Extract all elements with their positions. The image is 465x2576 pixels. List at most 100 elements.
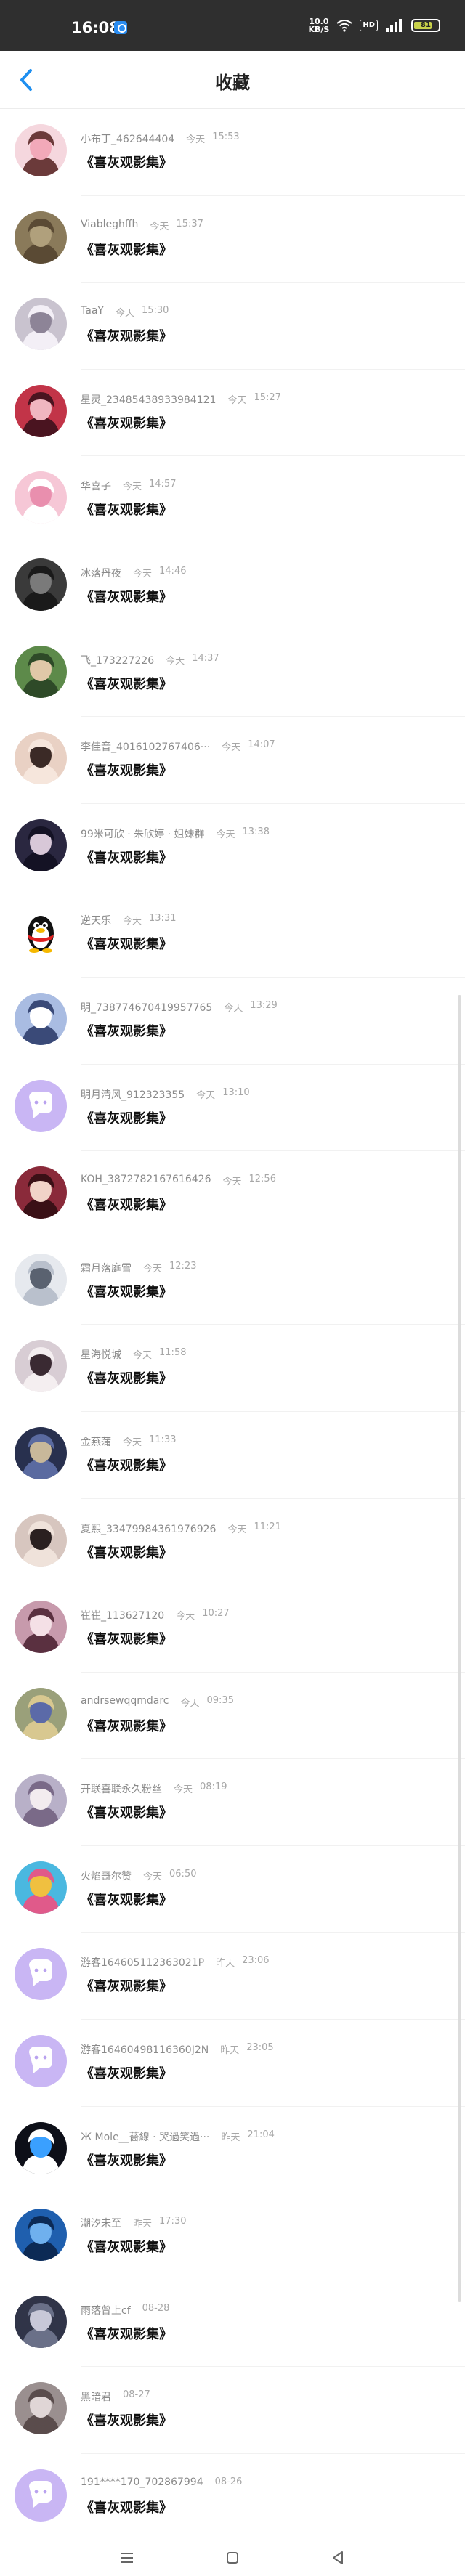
avatar[interactable] (15, 558, 67, 611)
list-item[interactable]: 明月清风_912323355 今天 13:10 《喜灰观影集》 (0, 1065, 465, 1152)
album-title[interactable]: 《喜灰观影集》 (81, 1543, 172, 1561)
album-title[interactable]: 《喜灰观影集》 (81, 587, 172, 606)
avatar[interactable] (15, 2295, 67, 2348)
avatar[interactable] (15, 471, 67, 524)
list-item[interactable]: 游客16460498116360J2N 昨天 23:05 《喜灰观影集》 (0, 2020, 465, 2107)
album-title[interactable]: 《喜灰观影集》 (81, 2324, 172, 2343)
avatar[interactable] (15, 2469, 67, 2522)
list-item[interactable]: 黑暗君 08-27 《喜灰观影集》 (0, 2367, 465, 2454)
avatar[interactable] (15, 2209, 67, 2262)
avatar[interactable] (15, 298, 67, 351)
album-title[interactable]: 《喜灰观影集》 (81, 1368, 172, 1387)
album-title[interactable]: 《喜灰观影集》 (81, 1455, 172, 1474)
album-title[interactable]: 《喜灰观影集》 (81, 1282, 172, 1301)
avatar[interactable] (15, 1426, 67, 1479)
album-title[interactable]: 《喜灰观影集》 (81, 1976, 172, 1995)
avatar[interactable] (15, 1687, 67, 1740)
avatar[interactable] (15, 1774, 67, 1827)
avatar[interactable] (15, 1948, 67, 2001)
item-meta: 李佳音_4016102767406··· 今天 14:07 (81, 739, 275, 754)
album-title[interactable]: 《喜灰观影集》 (81, 760, 172, 779)
avatar[interactable] (15, 2035, 67, 2088)
album-title[interactable]: 《喜灰观影集》 (81, 1803, 172, 1821)
avatar[interactable] (15, 1601, 67, 1654)
list-item[interactable]: 潮汐未至 昨天 17:30 《喜灰观影集》 (0, 2193, 465, 2280)
list-item[interactable]: 雨落曾上cf 08-28 《喜灰观影集》 (0, 2280, 465, 2368)
album-title[interactable]: 《喜灰观影集》 (81, 1108, 172, 1127)
list-item[interactable]: 飞_173227226 今天 14:37 《喜灰观影集》 (0, 630, 465, 718)
scrollbar[interactable] (458, 995, 461, 2302)
list-item[interactable]: 李佳音_4016102767406··· 今天 14:07 《喜灰观影集》 (0, 717, 465, 804)
album-title[interactable]: 《喜灰观影集》 (81, 240, 172, 259)
favorite-time: 12:56 (248, 1174, 276, 1185)
list-item[interactable]: 明_738774670419957765 今天 13:29 《喜灰观影集》 (0, 978, 465, 1065)
list-item[interactable]: KOH_3872782167616426 今天 12:56 《喜灰观影集》 (0, 1151, 465, 1238)
album-title[interactable]: 《喜灰观影集》 (81, 2237, 172, 2256)
album-title[interactable]: 《喜灰观影集》 (81, 153, 172, 171)
list-item[interactable]: 霜月落庭雪 今天 12:23 《喜灰观影集》 (0, 1238, 465, 1325)
list-item[interactable]: andrsewqqmdarc 今天 09:35 《喜灰观影集》 (0, 1673, 465, 1760)
list-item[interactable]: 开联喜联永久粉丝 今天 08:19 《喜灰观影集》 (0, 1759, 465, 1846)
avatar[interactable] (15, 1861, 67, 1914)
avatar[interactable] (15, 384, 67, 437)
nav-home-button[interactable] (218, 2547, 247, 2569)
album-title[interactable]: 《喜灰观影集》 (81, 2410, 172, 2429)
list-item[interactable]: 星海悦城 今天 11:58 《喜灰观影集》 (0, 1325, 465, 1412)
avatar[interactable] (15, 906, 67, 959)
list-item[interactable]: 99米可欣 · 朱欣婷 · 姐妹群 今天 13:38 《喜灰观影集》 (0, 804, 465, 891)
list-item[interactable]: 游客16460511236302​1P 昨天 23:06 《喜灰观影集》 (0, 1933, 465, 2020)
list-item[interactable]: 金燕蒲 今天 11:33 《喜灰观影集》 (0, 1412, 465, 1499)
username: 开联喜联永久粉丝 (81, 1784, 162, 1796)
favorite-time: 11:33 (149, 1434, 177, 1445)
album-title[interactable]: 《喜灰观影集》 (81, 2063, 172, 2082)
list-item[interactable]: 冰落丹夜 今天 14:46 《喜灰观影集》 (0, 543, 465, 630)
album-title[interactable]: 《喜灰观影集》 (81, 500, 172, 519)
album-title[interactable]: 《喜灰观影集》 (81, 1716, 172, 1735)
list-item[interactable]: 崔崔_113627120 今天 10:27 《喜灰观影集》 (0, 1585, 465, 1673)
album-title[interactable]: 《喜灰观影集》 (81, 1890, 172, 1909)
album-title[interactable]: 《喜灰观影集》 (81, 2150, 172, 2169)
list-item[interactable]: 小布丁_462644404 今天 15:53 《喜灰观影集》 (0, 109, 465, 196)
avatar[interactable] (15, 1166, 67, 1219)
avatar[interactable] (15, 818, 67, 871)
avatar[interactable] (15, 992, 67, 1045)
favorite-time: 13:10 (222, 1086, 250, 1098)
album-title[interactable]: 《喜灰观影集》 (81, 1629, 172, 1648)
avatar[interactable] (15, 124, 67, 176)
menu-icon (121, 2553, 133, 2563)
avatar[interactable] (15, 732, 67, 785)
album-title[interactable]: 《喜灰观影集》 (81, 674, 172, 693)
avatar[interactable] (15, 1340, 67, 1393)
album-title[interactable]: 《喜灰观影集》 (81, 934, 172, 953)
avatar[interactable] (15, 1513, 67, 1567)
album-title[interactable]: 《喜灰观影集》 (81, 326, 172, 345)
list-item[interactable]: 火焰哥尔赞 今天 06:50 《喜灰观影集》 (0, 1846, 465, 1933)
wifi-icon (336, 20, 352, 32)
avatar[interactable] (15, 211, 67, 264)
favorite-date: 今天 (115, 308, 134, 320)
list-item[interactable]: 逆天乐 今天 13:31 《喜灰观影集》 (0, 890, 465, 978)
item-meta: 191****170_702867994 08-26 (81, 2477, 242, 2488)
avatar[interactable] (15, 645, 67, 698)
list-item[interactable]: 夏熙_33479984361976926 今天 11:21 《喜灰观影集》 (0, 1499, 465, 1586)
album-title[interactable]: 《喜灰观影集》 (81, 2498, 172, 2516)
list-item[interactable]: 华喜子 今天 14:57 《喜灰观影集》 (0, 456, 465, 543)
avatar[interactable] (15, 1253, 67, 1306)
avatar[interactable] (15, 2121, 67, 2174)
item-meta: 飞_173227226 今天 14:37 (81, 653, 219, 667)
list-item[interactable]: Ж Mole__薔線 · 哭過笑過··· 昨天 21:04 《喜灰观影集》 (0, 2107, 465, 2194)
username: 星灵_23485438933984121 (81, 394, 217, 406)
list-item[interactable]: 191****170_702867994 08-26 《喜灰观影集》 (0, 2454, 465, 2541)
nav-back-button[interactable] (323, 2547, 352, 2569)
album-title[interactable]: 《喜灰观影集》 (81, 848, 172, 866)
username: 雨落曾上cf (81, 2304, 131, 2317)
avatar[interactable] (15, 1079, 67, 1132)
nav-menu-button[interactable] (113, 2547, 142, 2569)
list-item[interactable]: 星灵_23485438933984121 今天 15:27 《喜灰观影集》 (0, 370, 465, 457)
album-title[interactable]: 《喜灰观影集》 (81, 413, 172, 432)
list-item[interactable]: Viableghffh 今天 15:37 《喜灰观影集》 (0, 196, 465, 283)
album-title[interactable]: 《喜灰观影集》 (81, 1021, 172, 1040)
list-item[interactable]: TaaY 今天 15:30 《喜灰观影集》 (0, 283, 465, 370)
album-title[interactable]: 《喜灰观影集》 (81, 1195, 172, 1214)
avatar[interactable] (15, 2382, 67, 2435)
